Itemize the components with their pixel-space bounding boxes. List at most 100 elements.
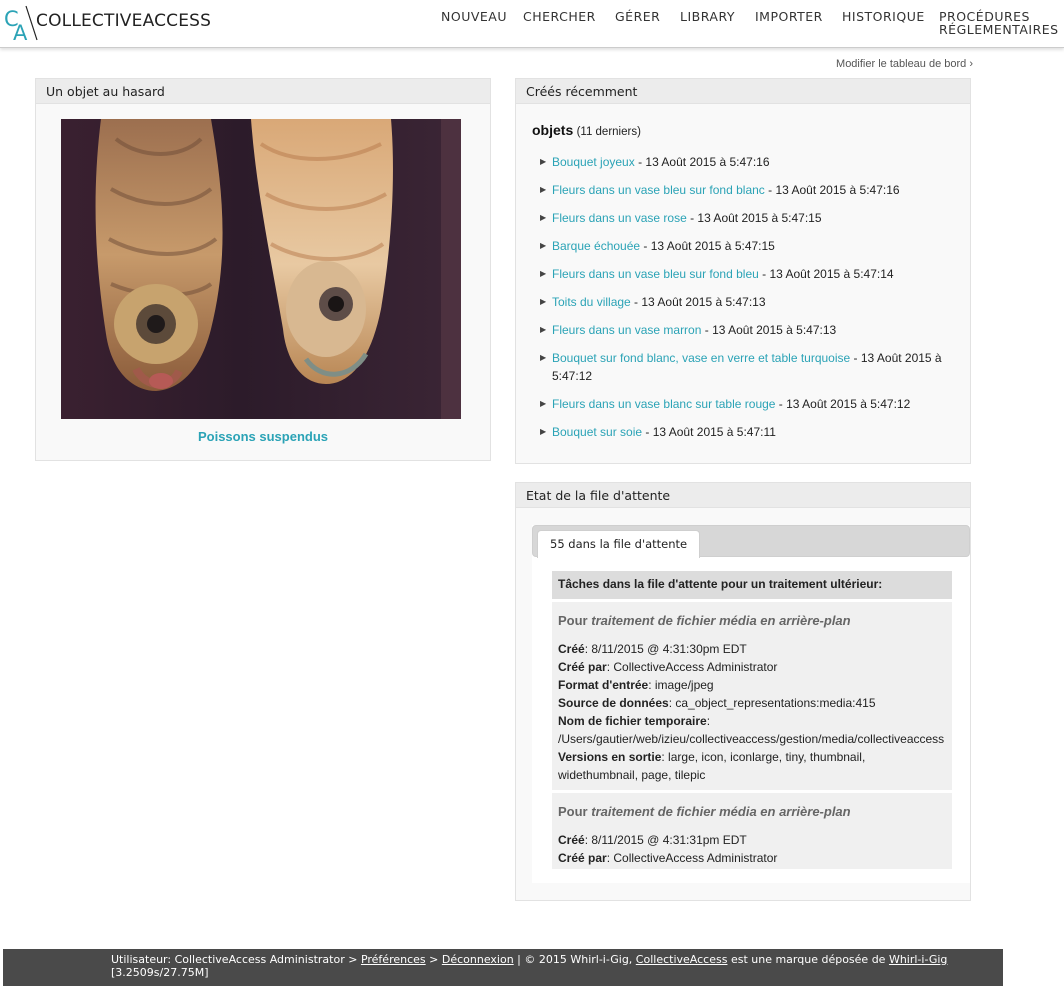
queue-task: Pour traitement de fichier média en arri… — [552, 602, 952, 790]
random-object-panel: Un objet au hasard Poissons suspendus — [35, 78, 491, 461]
bullet-icon: ▶ — [540, 157, 547, 166]
top-header: C A COLLECTIVEACCESS NOUVEAU CHERCHER GÉ… — [0, 0, 1064, 48]
task-type: traitement de fichier média en arrière-p… — [591, 613, 851, 628]
footer-line: Utilisateur: CollectiveAccess Administra… — [111, 953, 1003, 966]
list-item: ▶ Fleurs dans un vase bleu sur fond blanc… — [540, 181, 960, 199]
queue-list-title: Tâches dans la file d'attente pour un tr… — [552, 571, 952, 599]
list-item: ▶ Bouquet joyeux - 13 Août 2015 à 5:47:16 — [540, 153, 960, 171]
recent-item-link[interactable]: Fleurs dans un vase rose — [552, 211, 687, 225]
bullet-icon: ▶ — [540, 269, 547, 278]
recent-item-date: - 13 Août 2015 à 5:47:13 — [630, 295, 766, 309]
random-object-image[interactable] — [61, 119, 461, 419]
value: : — [706, 714, 711, 728]
queue-container: 55 dans la file d'attente Tâches dans la… — [532, 525, 970, 883]
task-created-by: Créé par: CollectiveAccess Administrator — [558, 849, 946, 867]
list-item: ▶ Fleurs dans un vase bleu sur fond bleu … — [540, 265, 960, 283]
queue-heading: Etat de la file d'attente — [516, 483, 970, 508]
label: Versions en sortie — [558, 750, 662, 764]
nav-importer[interactable]: IMPORTER — [755, 10, 823, 23]
value: : ca_object_representations:media:415 — [668, 696, 876, 710]
label: Format d'entrée — [558, 678, 649, 692]
recent-item-link[interactable]: Fleurs dans un vase marron — [552, 323, 701, 337]
bullet-icon: ▶ — [540, 185, 547, 194]
list-item: ▶ Bouquet sur soie - 13 Août 2015 à 5:47:… — [540, 423, 960, 441]
recent-type-heading: objets (11 derniers) — [532, 122, 641, 138]
bullet-icon: ▶ — [540, 427, 547, 436]
nav-gerer[interactable]: GÉRER — [615, 10, 660, 23]
recent-count-label: (11 derniers) — [576, 126, 641, 138]
recent-item-link[interactable]: Fleurs dans un vase bleu sur fond bleu — [552, 267, 759, 281]
list-item: ▶ Fleurs dans un vase rose - 13 Août 2015… — [540, 209, 960, 227]
task-prefix: Pour — [558, 613, 592, 628]
recent-item-date: - 13 Août 2015 à 5:47:14 — [758, 267, 894, 281]
value: : 8/11/2015 @ 4:31:31pm EDT — [584, 833, 747, 847]
whirligig-link[interactable]: Whirl-i-Gig — [889, 953, 947, 966]
footer: Utilisateur: CollectiveAccess Administra… — [3, 949, 1003, 986]
label: Créé par — [558, 660, 607, 674]
recent-panel: Créés récemment objets (11 derniers) ▶ Bo… — [515, 78, 971, 464]
main-nav: NOUVEAU CHERCHER GÉRER LIBRARY IMPORTER … — [0, 10, 1064, 40]
bullet-icon: ▶ — [540, 353, 547, 362]
collectiveaccess-link[interactable]: CollectiveAccess — [636, 953, 728, 966]
nav-nouveau[interactable]: NOUVEAU — [441, 10, 507, 23]
recent-item-link[interactable]: Fleurs dans un vase bleu sur fond blanc — [552, 183, 765, 197]
nav-procedures-line2: RÉGLEMENTAIRES — [939, 22, 1059, 37]
task-prefix: Pour — [558, 804, 592, 819]
task-versions: Versions en sortie: large, icon, iconlar… — [558, 748, 946, 784]
recent-item-link[interactable]: Bouquet sur fond blanc, vase en verre et… — [552, 351, 850, 365]
nav-procedures[interactable]: PROCÉDURES RÉGLEMENTAIRES — [939, 10, 1059, 36]
queue-task: Pour traitement de fichier média en arri… — [552, 793, 952, 869]
recent-item-link[interactable]: Bouquet joyeux — [552, 155, 635, 169]
label: Nom de fichier temporaire — [558, 714, 707, 728]
recent-type-label: objets — [532, 122, 574, 138]
recent-heading: Créés récemment — [516, 79, 970, 104]
tab-queue-count[interactable]: 55 dans la file d'attente — [537, 530, 701, 558]
recent-item-link[interactable]: Barque échouée — [552, 239, 640, 253]
list-item: ▶ Toits du village - 13 Août 2015 à 5:47:… — [540, 293, 960, 311]
footer-stats: [3.2509s/27.75M] — [111, 966, 209, 979]
bullet-icon: ▶ — [540, 297, 547, 306]
recent-item-link[interactable]: Bouquet sur soie — [552, 425, 642, 439]
bullet-icon: ▶ — [540, 213, 547, 222]
task-created-by: Créé par: CollectiveAccess Administrator — [558, 658, 946, 676]
logout-link[interactable]: Déconnexion — [442, 953, 514, 966]
value: : CollectiveAccess Administrator — [606, 851, 778, 865]
queue-scroll-area[interactable]: Tâches dans la file d'attente pour un tr… — [552, 571, 952, 869]
recent-list: ▶ Bouquet joyeux - 13 Août 2015 à 5:47:16… — [540, 153, 960, 451]
recent-item-date: - 13 Août 2015 à 5:47:16 — [764, 183, 900, 197]
nav-library[interactable]: LIBRARY — [680, 10, 735, 23]
task-tmp-path: /Users/gautier/web/izieu/collectiveacces… — [558, 732, 945, 746]
preferences-link[interactable]: Préférences — [361, 953, 426, 966]
random-object-title-link[interactable]: Poissons suspendus — [36, 429, 490, 444]
list-item: ▶ Bouquet sur fond blanc, vase en verre e… — [528, 349, 960, 385]
list-item: ▶ Fleurs dans un vase marron - 13 Août 20… — [540, 321, 960, 339]
bullet-icon: ▶ — [540, 241, 547, 250]
edit-dashboard-link[interactable]: Modifier le tableau de bord › — [836, 58, 973, 70]
recent-item-date: - 13 Août 2015 à 5:47:15 — [640, 239, 775, 253]
value: : image/jpeg — [648, 678, 714, 692]
footer-user: Utilisateur: CollectiveAccess Administra… — [111, 953, 361, 966]
task-tmp-file: Nom de fichier temporaire: — [558, 712, 946, 730]
recent-item-date: - 13 Août 2015 à 5:47:13 — [701, 323, 837, 337]
task-created: Créé: 8/11/2015 @ 4:31:30pm EDT — [558, 640, 946, 658]
bullet-icon: ▶ — [540, 399, 547, 408]
task-type: traitement de fichier média en arrière-p… — [591, 804, 851, 819]
random-object-heading: Un objet au hasard — [36, 79, 490, 104]
footer-copyright: | © 2015 Whirl-i-Gig, — [513, 953, 636, 966]
footer-trademark: est une marque déposée de — [727, 953, 889, 966]
label: Créé — [558, 833, 585, 847]
recent-item-link[interactable]: Fleurs dans un vase blanc sur table roug… — [552, 397, 775, 411]
recent-item-date: - 13 Août 2015 à 5:47:16 — [634, 155, 770, 169]
queue-tabbar: 55 dans la file d'attente — [532, 525, 970, 558]
queue-task-heading: Pour traitement de fichier média en arri… — [558, 612, 946, 630]
nav-chercher[interactable]: CHERCHER — [523, 10, 596, 23]
label: Créé — [558, 642, 585, 656]
value: : 8/11/2015 @ 4:31:30pm EDT — [584, 642, 747, 656]
recent-item-date: - 13 Août 2015 à 5:47:11 — [642, 425, 776, 439]
footer-sep: > — [425, 953, 442, 966]
nav-historique[interactable]: HISTORIQUE — [842, 10, 925, 23]
recent-item-link[interactable]: Toits du village — [552, 295, 631, 309]
recent-item-date: - 13 Août 2015 à 5:47:15 — [686, 211, 822, 225]
task-source: Source de données: ca_object_representat… — [558, 694, 946, 712]
label: Créé par — [558, 851, 607, 865]
